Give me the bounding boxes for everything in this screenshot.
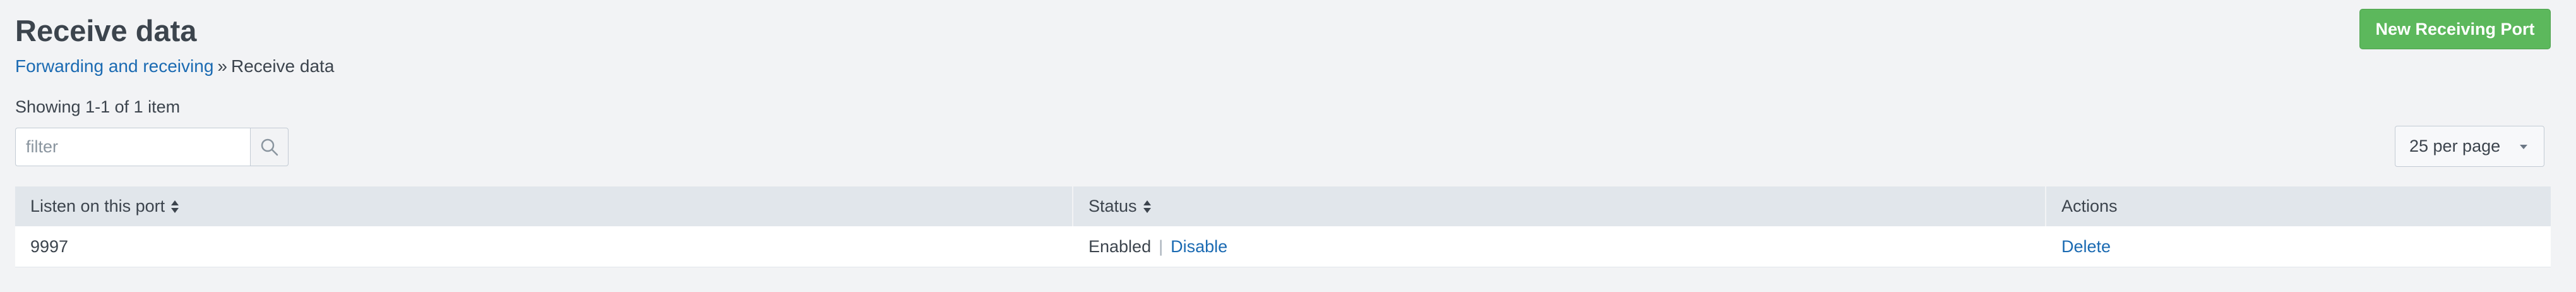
breadcrumb: Forwarding and receiving» Receive data: [15, 55, 334, 78]
filter-input[interactable]: [15, 128, 250, 166]
receiving-ports-table: Listen on this port Status Actions 9997: [15, 186, 2551, 267]
port-cell: 9997: [30, 237, 69, 256]
status-divider: |: [1159, 237, 1164, 256]
disable-link[interactable]: Disable: [1171, 237, 1227, 257]
breadcrumb-current: Receive data: [230, 56, 335, 76]
status-cell: Enabled | Disable: [1073, 226, 2046, 267]
new-receiving-port-button[interactable]: New Receiving Port: [2359, 9, 2551, 49]
column-header-actions: Actions: [2046, 186, 2551, 226]
caret-down-icon: [2520, 145, 2527, 149]
per-page-label: 25 per page: [2409, 137, 2501, 155]
column-header-port[interactable]: Listen on this port: [15, 186, 1073, 226]
breadcrumb-forwarding-link[interactable]: Forwarding and receiving: [15, 56, 213, 76]
breadcrumb-separator: »: [217, 56, 227, 76]
column-header-port-label: Listen on this port: [30, 197, 165, 216]
column-header-actions-label: Actions: [2061, 197, 2118, 216]
filter-group: [15, 128, 289, 166]
table-header: Listen on this port Status Actions: [15, 186, 2551, 226]
search-button[interactable]: [250, 128, 289, 166]
table-row: 9997 Enabled | Disable Delete: [15, 226, 2551, 267]
sort-icon: [171, 200, 179, 213]
column-header-status[interactable]: Status: [1073, 186, 2046, 226]
sort-icon: [1143, 200, 1151, 213]
column-header-status-label: Status: [1088, 197, 1137, 216]
item-count-text: Showing 1-1 of 1 item: [15, 97, 181, 116]
status-value: Enabled: [1088, 237, 1152, 256]
page-title: Receive data: [15, 14, 197, 47]
search-icon: [261, 138, 278, 155]
actions-cell: Delete: [2046, 226, 2551, 267]
delete-link[interactable]: Delete: [2061, 237, 2111, 257]
receive-data-page: Receive data Forwarding and receiving» Re…: [0, 0, 2576, 292]
per-page-dropdown[interactable]: 25 per page: [2395, 126, 2544, 167]
